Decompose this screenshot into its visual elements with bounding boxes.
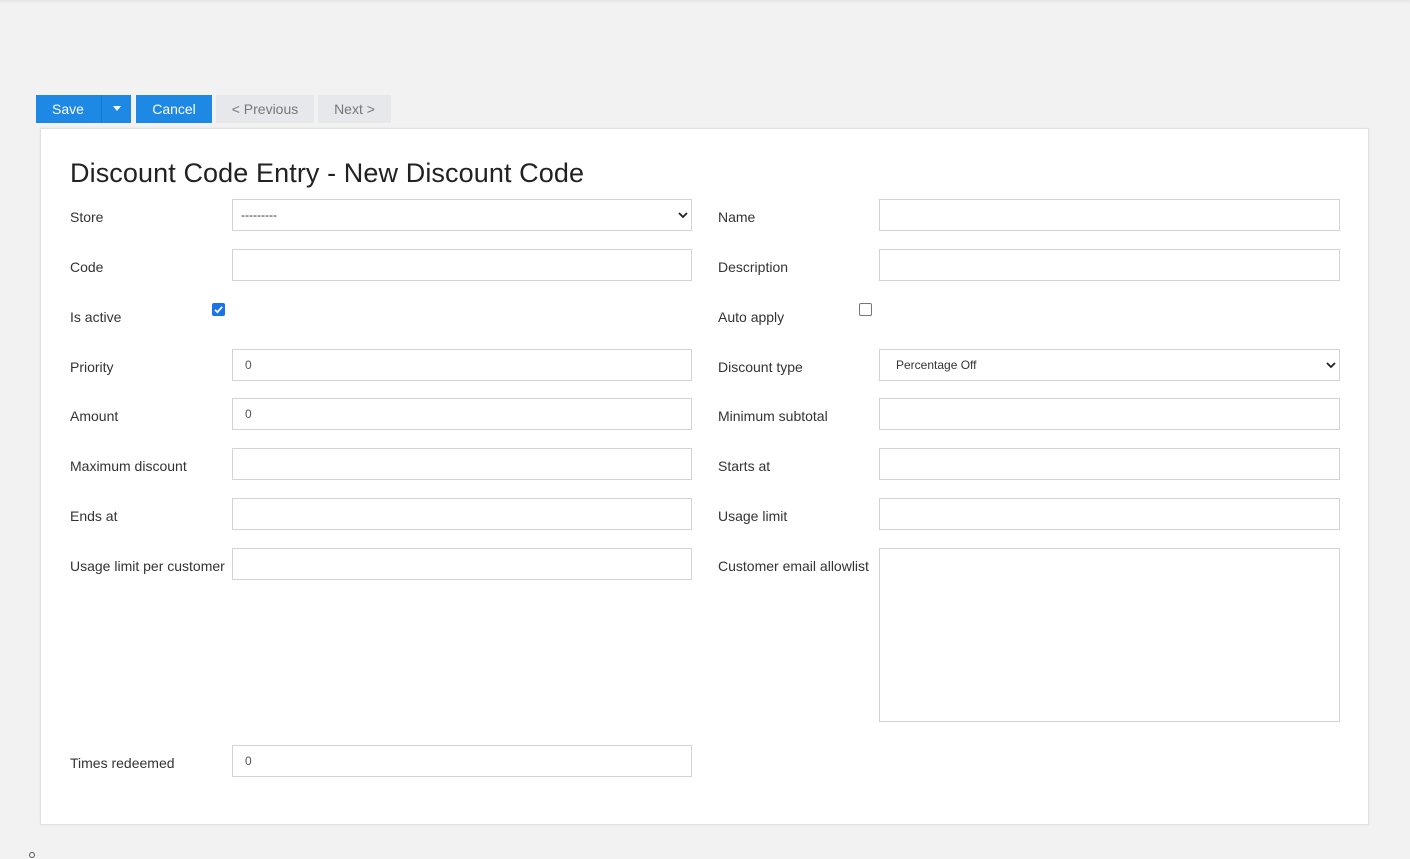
starts-at-input[interactable]	[879, 448, 1340, 480]
priority-label: Priority	[70, 359, 114, 375]
customer-email-allowlist-label: Customer email allowlist	[718, 558, 869, 574]
next-button[interactable]: Next >	[318, 94, 391, 123]
maximum-discount-label: Maximum discount	[70, 458, 187, 474]
code-input[interactable]	[232, 249, 692, 281]
description-label: Description	[718, 259, 789, 275]
customer-email-allowlist-textarea[interactable]	[879, 548, 1340, 722]
top-shadow	[0, 0, 1410, 4]
save-button[interactable]: Save	[36, 94, 101, 123]
times-redeemed-input[interactable]	[232, 745, 692, 777]
discount-type-select[interactable]: Percentage Off	[879, 349, 1340, 381]
is-active-label: Is active	[70, 309, 122, 325]
form-panel: Discount Code Entry - New Discount Code …	[40, 128, 1369, 825]
code-label: Code	[70, 259, 104, 275]
times-redeemed-label: Times redeemed	[70, 755, 175, 771]
page-title: Discount Code Entry - New Discount Code	[70, 158, 585, 188]
name-input[interactable]	[879, 199, 1340, 231]
store-select[interactable]: ---------	[232, 199, 692, 231]
checkmark-icon	[214, 306, 223, 314]
usage-limit-label: Usage limit	[718, 508, 788, 524]
auto-apply-label: Auto apply	[718, 309, 785, 325]
store-label: Store	[70, 209, 104, 225]
cancel-button[interactable]: Cancel	[136, 94, 212, 123]
name-label: Name	[718, 209, 756, 225]
discount-type-label: Discount type	[718, 359, 803, 375]
partial-glyph	[29, 852, 35, 858]
amount-input[interactable]	[232, 398, 692, 430]
ends-at-label: Ends at	[70, 508, 118, 524]
starts-at-label: Starts at	[718, 458, 771, 474]
amount-label: Amount	[70, 408, 119, 424]
usage-limit-input[interactable]	[879, 498, 1340, 530]
ends-at-input[interactable]	[232, 498, 692, 530]
minimum-subtotal-label: Minimum subtotal	[718, 408, 828, 424]
previous-button[interactable]: < Previous	[216, 94, 314, 123]
save-options-dropdown-button[interactable]	[101, 94, 131, 123]
usage-limit-per-customer-label: Usage limit per customer	[70, 558, 225, 574]
minimum-subtotal-input[interactable]	[879, 398, 1340, 430]
auto-apply-checkbox[interactable]	[859, 303, 872, 316]
caret-down-icon	[112, 106, 121, 111]
priority-input[interactable]	[232, 349, 692, 381]
store-select-wrapper: ---------	[232, 199, 692, 231]
is-active-checkbox[interactable]	[212, 303, 225, 316]
usage-limit-per-customer-input[interactable]	[232, 548, 692, 580]
discount-type-select-wrapper: Percentage Off	[879, 349, 1340, 381]
maximum-discount-input[interactable]	[232, 448, 692, 480]
description-input[interactable]	[879, 249, 1340, 281]
toolbar: Save Cancel < Previous Next >	[36, 94, 391, 123]
